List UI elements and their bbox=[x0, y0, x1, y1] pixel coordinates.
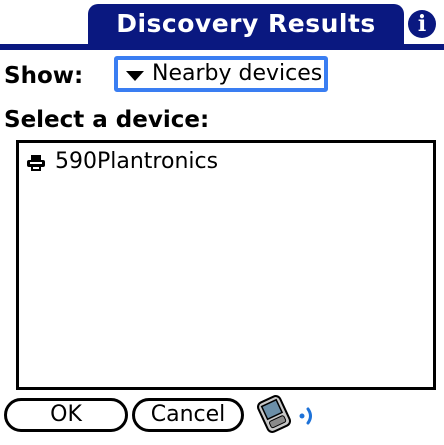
device-list[interactable]: 590Plantronics bbox=[16, 140, 436, 390]
title-bar: Discovery Results i bbox=[0, 0, 444, 52]
page-title: Discovery Results bbox=[116, 9, 376, 38]
list-item[interactable]: 590Plantronics bbox=[23, 147, 427, 177]
triangle-down-icon bbox=[126, 71, 144, 81]
show-filter-dropdown[interactable]: Nearby devices bbox=[114, 56, 328, 92]
printer-icon bbox=[27, 155, 45, 171]
ok-button[interactable]: OK bbox=[4, 398, 128, 432]
title-underline bbox=[0, 44, 444, 50]
select-device-label: Select a device: bbox=[4, 107, 210, 133]
device-name: 590Plantronics bbox=[55, 149, 219, 174]
show-label: Show: bbox=[4, 63, 84, 89]
show-filter-value: Nearby devices bbox=[152, 61, 323, 86]
cancel-button[interactable]: Cancel bbox=[132, 398, 244, 432]
info-icon[interactable]: i bbox=[408, 10, 436, 38]
handheld-bluetooth-icon[interactable] bbox=[256, 394, 322, 434]
discovery-results-screen: Discovery Results i Show: Nearby devices… bbox=[0, 0, 444, 445]
